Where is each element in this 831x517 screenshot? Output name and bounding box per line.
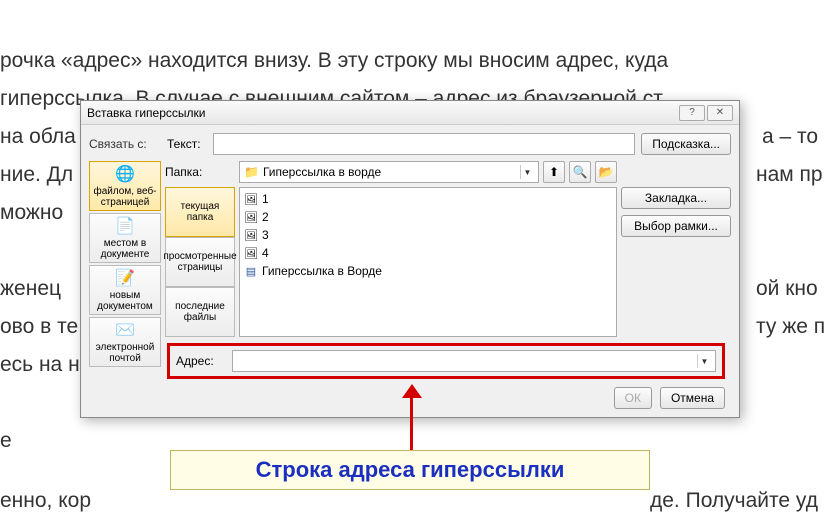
browse-file-button[interactable]: 📂	[595, 161, 617, 183]
bg-text: есь на н	[0, 350, 80, 379]
linkto-label: местом в документе	[92, 238, 158, 260]
bg-text: ово в те	[0, 312, 78, 341]
dialog-title: Вставка гиперссылки	[87, 106, 677, 120]
address-label: Адрес:	[176, 354, 226, 368]
linkto-new-doc[interactable]: 📝 новым документом	[89, 265, 161, 315]
target-frame-button[interactable]: Выбор рамки...	[621, 215, 731, 237]
bg-text: енно, кор	[0, 486, 91, 515]
cancel-button[interactable]: Отмена	[660, 387, 725, 409]
image-file-icon: 🖼	[244, 228, 258, 242]
linkto-column: 🌐 файлом, веб-страницей 📄 местом в докум…	[89, 161, 161, 337]
up-arrow-icon: ⬆	[549, 165, 559, 179]
close-button[interactable]: ✕	[707, 105, 733, 121]
new-document-icon: 📝	[115, 268, 135, 288]
tab-recent-files[interactable]: последние файлы	[165, 287, 235, 337]
folder-combo[interactable]: 📁 Гиперссылка в ворде ▼	[239, 161, 539, 183]
linkto-label: электронной почтой	[92, 342, 158, 364]
bg-text: а – то	[762, 122, 818, 151]
bg-text: женец	[0, 274, 61, 303]
text-input[interactable]	[213, 133, 635, 155]
bg-text: е	[0, 426, 12, 455]
linkto-file-web[interactable]: 🌐 файлом, веб-страницей	[89, 161, 161, 211]
document-icon: 📄	[115, 216, 135, 236]
list-item[interactable]: 🖼 1	[244, 190, 612, 208]
linkto-email[interactable]: ✉️ электронной почтой	[89, 317, 161, 367]
bg-text: на обла	[0, 122, 76, 151]
bg-text: ние. Дл	[0, 160, 73, 189]
up-folder-button[interactable]: ⬆	[543, 161, 565, 183]
tab-browsed-pages[interactable]: просмотренные страницы	[165, 237, 235, 287]
address-combo[interactable]: ▼	[232, 350, 716, 372]
list-item[interactable]: 🖼 2	[244, 208, 612, 226]
callout-caption: Строка адреса гиперссылки	[170, 450, 650, 490]
insert-hyperlink-dialog: Вставка гиперссылки ? ✕ Связать с: Текст…	[80, 100, 740, 418]
help-button[interactable]: ?	[679, 105, 705, 121]
file-list[interactable]: 🖼 1 🖼 2 🖼 3 🖼 4	[239, 187, 617, 337]
ok-button[interactable]: ОК	[614, 387, 652, 409]
image-file-icon: 🖼	[244, 246, 258, 260]
list-item[interactable]: 🖼 3	[244, 226, 612, 244]
folder-value: Гиперссылка в ворде	[263, 165, 381, 179]
word-file-icon: ▤	[244, 264, 258, 278]
linkto-label: новым документом	[92, 290, 158, 312]
file-name: Гиперссылка в Ворде	[262, 264, 382, 278]
bookmark-button[interactable]: Закладка...	[621, 187, 731, 209]
chevron-down-icon: ▼	[697, 354, 711, 368]
callout-arrow-stem	[410, 394, 413, 452]
folder-icon: 📁	[244, 165, 259, 179]
chevron-down-icon: ▼	[520, 165, 534, 179]
linkto-place-in-doc[interactable]: 📄 местом в документе	[89, 213, 161, 263]
image-file-icon: 🖼	[244, 192, 258, 206]
browse-tabs: текущая папка просмотренные страницы пос…	[165, 187, 235, 337]
screentip-button[interactable]: Подсказка...	[641, 133, 731, 155]
bg-text: можно	[0, 198, 63, 227]
text-label: Текст:	[167, 137, 207, 151]
bg-text: нам пр	[756, 160, 823, 189]
file-name: 1	[262, 192, 269, 206]
tab-current-folder[interactable]: текущая папка	[165, 187, 235, 237]
image-file-icon: 🖼	[244, 210, 258, 224]
browse-web-button[interactable]: 🔍	[569, 161, 591, 183]
linkto-heading: Связать с:	[89, 137, 161, 151]
search-web-icon: 🔍	[573, 165, 588, 179]
bg-text: ой кно	[756, 274, 818, 303]
bg-text: де. Получайте уд	[650, 486, 818, 515]
list-item[interactable]: 🖼 4	[244, 244, 612, 262]
file-name: 2	[262, 210, 269, 224]
folder-label: Папка:	[165, 165, 235, 179]
bg-text: рочка «адрес» находится внизу. В эту стр…	[0, 46, 668, 75]
right-button-column: Закладка... Выбор рамки...	[621, 161, 731, 337]
linkto-label: файлом, веб-страницей	[92, 186, 158, 208]
mail-icon: ✉️	[115, 320, 135, 340]
titlebar: Вставка гиперссылки ? ✕	[81, 101, 739, 125]
list-item[interactable]: ▤ Гиперссылка в Ворде	[244, 262, 612, 280]
globe-icon: 🌐	[115, 164, 135, 184]
open-folder-icon: 📂	[599, 165, 614, 179]
file-name: 4	[262, 246, 269, 260]
address-row-highlight: Адрес: ▼	[167, 343, 725, 379]
bg-text: ту же п	[756, 312, 825, 341]
file-name: 3	[262, 228, 269, 242]
